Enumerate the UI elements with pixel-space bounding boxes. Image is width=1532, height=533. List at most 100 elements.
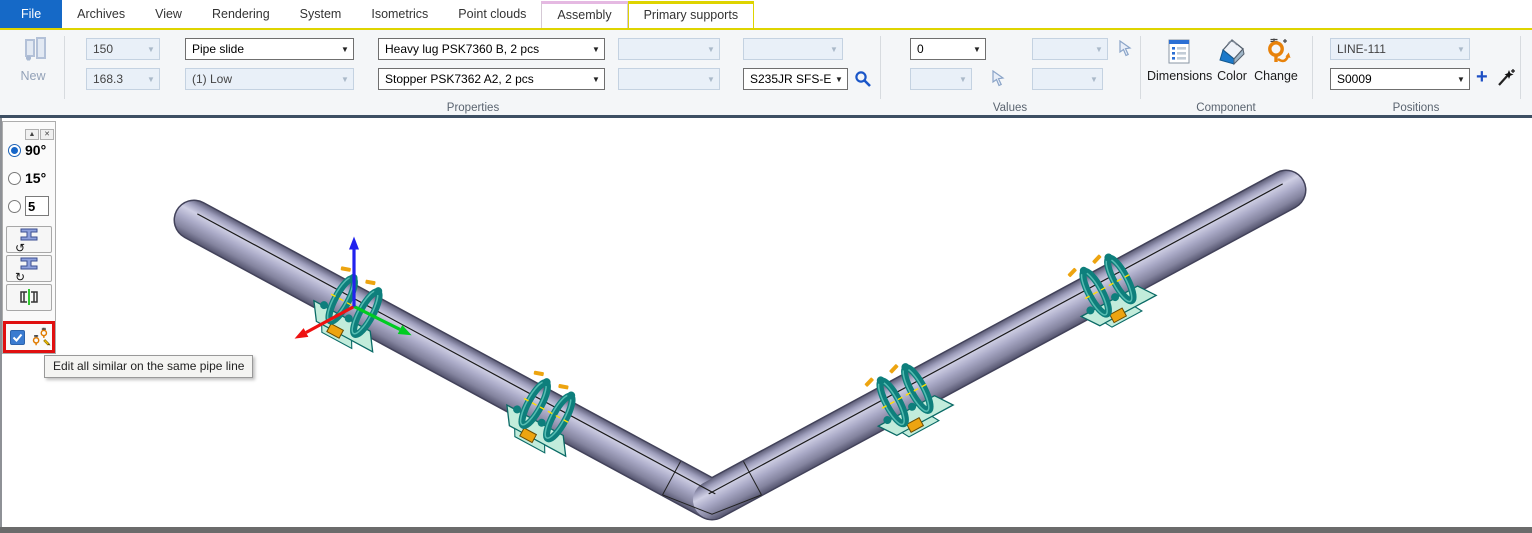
chevron-down-icon: ▼ xyxy=(588,45,604,54)
angle-90-label: 90° xyxy=(25,142,46,158)
tab-isometrics[interactable]: Isometrics xyxy=(356,0,443,28)
check-icon xyxy=(11,331,24,344)
ribbon-divider xyxy=(1312,36,1313,99)
custom-angle-input[interactable] xyxy=(25,196,49,216)
radio-custom[interactable] xyxy=(8,200,21,213)
panel-close-button[interactable]: ✕ xyxy=(40,129,54,140)
material-select[interactable]: S235JR SFS-EN 10(▼ xyxy=(743,68,848,90)
rotate-cw-icon: ↻ xyxy=(15,270,25,284)
rotate-ccw-button[interactable]: ↺ xyxy=(6,226,52,253)
tab-rendering[interactable]: Rendering xyxy=(197,0,285,28)
edit-all-similar-icon xyxy=(30,325,52,350)
chevron-down-icon: ▼ xyxy=(1453,75,1469,84)
value-3-select[interactable]: ▼ xyxy=(1032,38,1108,60)
ribbon-divider xyxy=(1140,36,1141,99)
tab-view[interactable]: View xyxy=(140,0,197,28)
pipe-edge-line xyxy=(197,214,715,494)
color-label: Color xyxy=(1217,69,1247,83)
rotate-ccw-icon: ↺ xyxy=(15,241,25,255)
angle-panel-header: ▲✕ xyxy=(3,122,55,136)
new-button-label: New xyxy=(20,69,45,83)
angle-option-15[interactable]: 15° xyxy=(3,164,55,192)
status-bar-edge xyxy=(0,527,1532,533)
chevron-down-icon: ▼ xyxy=(831,75,847,84)
color-icon xyxy=(1217,38,1247,66)
chevron-down-icon: ▼ xyxy=(588,75,604,84)
radio-15[interactable] xyxy=(8,172,21,185)
tab-file[interactable]: File xyxy=(0,0,62,28)
radio-90[interactable] xyxy=(8,144,21,157)
value-4-select[interactable]: ▼ xyxy=(1032,68,1103,90)
properties-group-label: Properties xyxy=(66,102,880,114)
add-position-button[interactable]: + xyxy=(1476,66,1488,89)
new-button[interactable]: New xyxy=(8,36,58,100)
chevron-down-icon: ▼ xyxy=(826,45,842,54)
positions-group-label: Positions xyxy=(1312,102,1520,114)
change-label: Change xyxy=(1254,69,1298,83)
nominal-size-select[interactable]: 150▼ xyxy=(86,38,160,60)
tab-primary-supports[interactable]: Primary supports xyxy=(628,1,754,28)
chevron-down-icon: ▼ xyxy=(143,45,159,54)
rotate-cw-button[interactable]: ↻ xyxy=(6,255,52,282)
pipe-scene xyxy=(2,118,1532,527)
pipe-outline xyxy=(194,190,1286,500)
component-bottom-select[interactable]: Stopper PSK7362 A2, 2 pcs▼ xyxy=(378,68,605,90)
menu-bar: File Archives View Rendering System Isom… xyxy=(0,0,1532,28)
angle-option-90[interactable]: 90° xyxy=(3,136,55,164)
position-select[interactable]: S0009▼ xyxy=(1330,68,1470,90)
edit-all-similar-checkbox[interactable] xyxy=(10,330,25,345)
chevron-down-icon: ▼ xyxy=(337,75,353,84)
support-type-select[interactable]: Pipe slide▼ xyxy=(185,38,354,60)
change-icon xyxy=(1261,38,1291,66)
chevron-down-icon: ▼ xyxy=(1091,45,1107,54)
viewport-3d[interactable] xyxy=(0,118,1532,527)
value-1-select[interactable]: 0▼ xyxy=(910,38,986,60)
tab-point-clouds[interactable]: Point clouds xyxy=(443,0,541,28)
pick-position-wand-button[interactable] xyxy=(1496,68,1516,88)
change-button[interactable]: Change xyxy=(1252,36,1300,98)
i-beam-icon xyxy=(19,257,39,270)
ribbon: New 150▼ 168.3▼ Pipe slide▼ (1) Low▼ Hea… xyxy=(0,28,1532,118)
chevron-down-icon: ▼ xyxy=(337,45,353,54)
chevron-down-icon: ▼ xyxy=(1086,75,1102,84)
tab-archives[interactable]: Archives xyxy=(62,0,140,28)
new-icon xyxy=(18,36,48,66)
tab-system[interactable]: System xyxy=(285,0,357,28)
component-group-label: Component xyxy=(1140,102,1312,114)
panel-collapse-button[interactable]: ▲ xyxy=(25,129,39,140)
i-beam-icon xyxy=(19,228,39,241)
pick-value-button[interactable] xyxy=(1118,40,1132,57)
ribbon-divider xyxy=(64,36,65,99)
chevron-down-icon: ▼ xyxy=(703,45,719,54)
values-group-label: Values xyxy=(880,102,1140,114)
pipe-segment-right[interactable] xyxy=(712,190,1286,500)
pick-value-button[interactable] xyxy=(991,70,1005,87)
mirror-button[interactable] xyxy=(6,284,52,311)
angle-option-custom[interactable] xyxy=(3,192,55,220)
tooltip: Edit all similar on the same pipe line xyxy=(44,355,253,378)
component-top-select[interactable]: Heavy lug PSK7360 B, 2 pcs▼ xyxy=(378,38,605,60)
dimensions-icon xyxy=(1166,38,1192,66)
tab-assembly[interactable]: Assembly xyxy=(541,1,627,28)
pipe-segment-left[interactable] xyxy=(194,220,712,500)
angle-15-label: 15° xyxy=(25,170,46,186)
chevron-down-icon: ▼ xyxy=(955,75,971,84)
edit-all-similar-highlight xyxy=(3,321,55,353)
dimensions-button[interactable]: Dimensions xyxy=(1147,36,1211,98)
elevation-select[interactable]: (1) Low▼ xyxy=(185,68,354,90)
chevron-down-icon: ▼ xyxy=(1453,45,1469,54)
tooltip-text: Edit all similar on the same pipe line xyxy=(53,359,244,373)
extra-select-bottom[interactable]: ▼ xyxy=(618,68,720,90)
dimensions-label: Dimensions xyxy=(1147,69,1212,83)
value-2-select[interactable]: ▼ xyxy=(910,68,972,90)
line-select[interactable]: LINE-111▼ xyxy=(1330,38,1470,60)
ribbon-divider xyxy=(1520,36,1521,99)
color-button[interactable]: Color xyxy=(1213,36,1251,98)
outer-diameter-select[interactable]: 168.3▼ xyxy=(86,68,160,90)
mirror-icon xyxy=(18,289,40,307)
ribbon-divider xyxy=(880,36,881,99)
extra-select-top[interactable]: ▼ xyxy=(618,38,720,60)
material-blank-select[interactable]: ▼ xyxy=(743,38,843,60)
application-window: File Archives View Rendering System Isom… xyxy=(0,0,1532,533)
material-search-button[interactable] xyxy=(854,70,872,88)
